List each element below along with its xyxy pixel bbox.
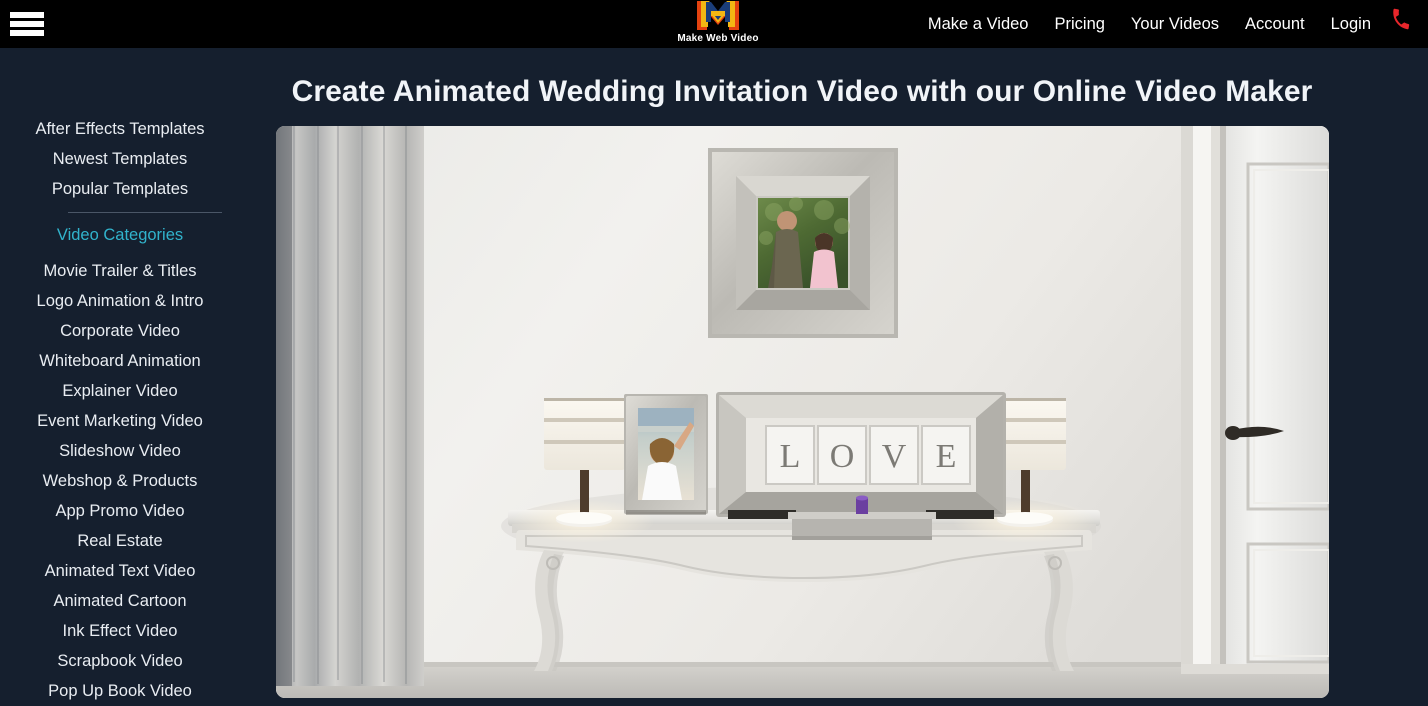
- sidebar-item-corporate-video[interactable]: Corporate Video: [0, 316, 240, 346]
- sidebar-heading-video-categories[interactable]: Video Categories: [0, 220, 240, 250]
- sidebar-item-scrapbook-video[interactable]: Scrapbook Video: [0, 646, 240, 676]
- video-preview[interactable]: L O V E: [276, 126, 1329, 698]
- nav-make-a-video[interactable]: Make a Video: [915, 0, 1042, 48]
- sidebar-divider: [68, 212, 222, 213]
- primary-nav: Make a Video Pricing Your Videos Account…: [915, 0, 1418, 48]
- make-web-video-logo-icon: [697, 1, 739, 30]
- sidebar: After Effects Templates Newest Templates…: [0, 114, 258, 706]
- phone-icon[interactable]: [1384, 0, 1418, 48]
- sidebar-item-popular-templates[interactable]: Popular Templates: [0, 174, 240, 204]
- photo-frame-left: [624, 394, 708, 515]
- sidebar-item-after-effects-templates[interactable]: After Effects Templates: [0, 114, 240, 144]
- sidebar-item-explainer-video[interactable]: Explainer Video: [0, 376, 240, 406]
- video-preview-scene: L O V E: [276, 126, 1329, 698]
- nav-pricing[interactable]: Pricing: [1041, 0, 1117, 48]
- sidebar-item-animated-cartoon[interactable]: Animated Cartoon: [0, 586, 240, 616]
- hamburger-bar-3: [10, 30, 44, 36]
- door: [1181, 126, 1329, 674]
- sidebar-item-event-marketing-video[interactable]: Event Marketing Video: [0, 406, 240, 436]
- sidebar-item-real-estate[interactable]: Real Estate: [0, 526, 240, 556]
- sidebar-item-animated-text-video[interactable]: Animated Text Video: [0, 556, 240, 586]
- sidebar-item-ink-effect-video[interactable]: Ink Effect Video: [0, 616, 240, 646]
- hamburger-bar-1: [10, 12, 44, 18]
- phone-handset-icon: [1393, 8, 1410, 30]
- sidebar-item-movie-trailer-titles[interactable]: Movie Trailer & Titles: [0, 256, 240, 286]
- sidebar-item-slideshow-video[interactable]: Slideshow Video: [0, 436, 240, 466]
- top-navigation-bar: Make Web Video Make a Video Pricing Your…: [0, 0, 1428, 48]
- site-logo[interactable]: Make Web Video: [676, 0, 760, 48]
- sidebar-item-webshop-products[interactable]: Webshop & Products: [0, 466, 240, 496]
- sidebar-item-logo-animation-intro[interactable]: Logo Animation & Intro: [0, 286, 240, 316]
- nav-your-videos[interactable]: Your Videos: [1118, 0, 1232, 48]
- sidebar-item-pop-up-book-video[interactable]: Pop Up Book Video: [0, 676, 240, 706]
- page-title: Create Animated Wedding Invitation Video…: [291, 75, 1313, 108]
- curtain: [276, 126, 424, 686]
- love-letter-O: O: [830, 438, 855, 475]
- sidebar-item-app-promo-video[interactable]: App Promo Video: [0, 496, 240, 526]
- sidebar-item-newest-templates[interactable]: Newest Templates: [0, 144, 240, 174]
- love-letter-L: L: [780, 438, 801, 475]
- hamburger-menu-icon[interactable]: [10, 9, 44, 39]
- sidebar-item-whiteboard-animation[interactable]: Whiteboard Animation: [0, 346, 240, 376]
- nav-account[interactable]: Account: [1232, 0, 1318, 48]
- love-letter-E: E: [936, 438, 957, 475]
- hamburger-bar-2: [10, 21, 44, 27]
- love-letter-V: V: [882, 438, 907, 475]
- page-body: Create Animated Wedding Invitation Video…: [0, 48, 1428, 700]
- logo-text: Make Web Video: [677, 33, 759, 44]
- wall-photo-frame: [708, 148, 898, 338]
- nav-login[interactable]: Login: [1318, 0, 1384, 48]
